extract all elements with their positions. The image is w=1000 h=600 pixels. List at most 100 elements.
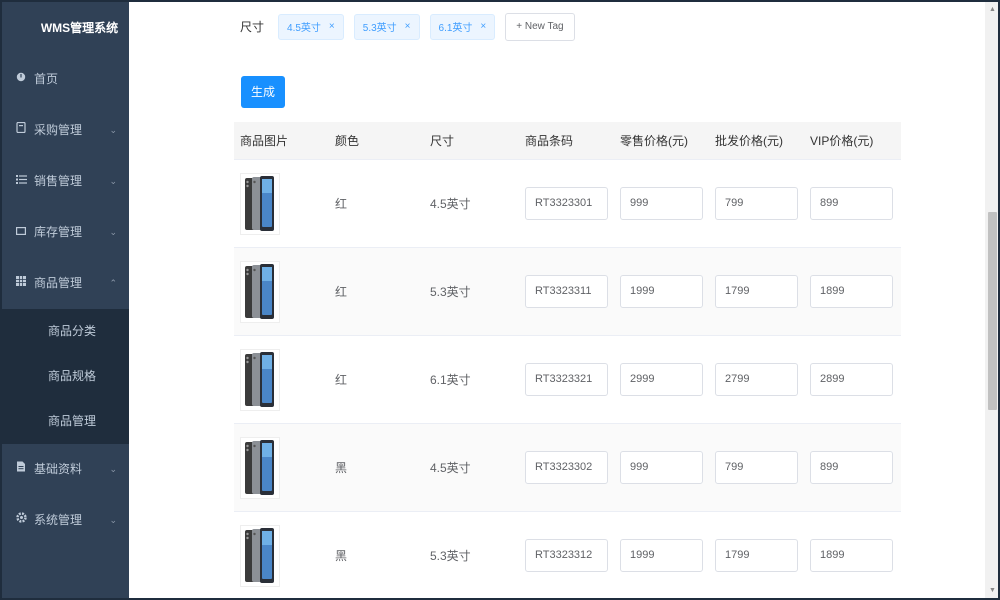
table-row: 红 6.1英寸 RT3323321 2999 2799 2899 [234,336,901,424]
sidebar-item-purchase[interactable]: 采购管理 ⌄ [2,105,129,156]
size-cell: 6.1英寸 [430,373,471,387]
size-tag: 4.5英寸 × [278,13,344,40]
wholesale-price-cell: 799 [709,187,804,220]
sidebar-item-label: 商品管理 [34,276,83,290]
submenu-item-product-management[interactable]: 商品管理 [2,399,129,444]
retail-price-input[interactable]: 2999 [620,363,703,396]
barcode-cell: RT3323301 [519,187,614,220]
sidebar-item-label: 首页 [34,72,59,86]
close-icon[interactable]: × [405,21,411,32]
sidebar-item-products[interactable]: 商品管理 ⌃ [2,258,129,309]
barcode-cell: RT3323321 [519,363,614,396]
barcode-input[interactable]: RT3323302 [525,451,608,484]
sidebar-item-label: 销售管理 [34,174,83,188]
color-cell: 红 [335,285,348,299]
sidebar-item-system[interactable]: 系统管理 ⌄ [2,495,129,546]
wholesale-price-input[interactable]: 799 [715,187,798,220]
image-cell [234,260,329,323]
barcode-input[interactable]: RT3323312 [525,539,608,572]
vip-price-cell: 2899 [804,363,901,396]
barcode-input[interactable]: RT3323311 [525,275,608,308]
chevron-down-icon: ⌄ [109,125,117,135]
phone-image [245,175,274,231]
size-cell: 4.5英寸 [430,461,471,475]
vip-price-input[interactable]: 1899 [810,275,893,308]
image-cell [234,348,329,411]
table-row: 黑 4.5英寸 RT3323302 999 799 899 [234,424,901,512]
submenu-products: 商品分类 商品规格 商品管理 [2,309,129,444]
size-tag: 6.1英寸 × [429,13,496,40]
wholesale-price-input[interactable]: 799 [715,451,798,484]
sidebar-item-label: 库存管理 [34,225,83,239]
retail-price-input[interactable]: 1999 [620,275,703,308]
table-row: 黑 5.3英寸 RT3323312 1999 1799 1899 [234,512,901,598]
phone-image [245,439,274,495]
sidebar-item-label: 采购管理 [34,123,83,137]
chevron-down-icon: ⌄ [109,515,117,525]
size-label: 尺寸 [240,20,265,34]
column-header-size: 尺寸 [430,134,455,148]
color-cell: 红 [335,197,348,211]
sidebar-item-basic-data[interactable]: 基础资料 ⌄ [2,444,129,495]
vip-price-input[interactable]: 2899 [810,363,893,396]
grid-icon [14,258,28,309]
scrollbar-thumb[interactable] [988,212,997,410]
retail-price-input[interactable]: 999 [620,451,703,484]
wholesale-price-input[interactable]: 1799 [715,275,798,308]
submenu-item-spec[interactable]: 商品规格 [2,354,129,399]
scroll-up-icon[interactable]: ▲ [989,6,996,13]
retail-price-cell: 1999 [614,275,709,308]
retail-price-input[interactable]: 999 [620,187,703,220]
app-window: WMS管理系统 首页 采购管理 ⌄ 销售管理 ⌄ 库存管理 ⌄ 商品管理 ⌃ 商… [0,0,1000,600]
sidebar-item-inventory[interactable]: 库存管理 ⌄ [2,207,129,258]
color-cell: 黑 [335,549,348,563]
chevron-down-icon: ⌄ [109,176,117,186]
sidebar-item-label: 系统管理 [34,513,83,527]
vip-price-cell: 899 [804,451,901,484]
wholesale-price-input[interactable]: 1799 [715,539,798,572]
tag-label: 5.3英寸 [362,23,397,34]
generate-button[interactable]: 生成 [241,76,285,108]
wholesale-price-cell: 2799 [709,363,804,396]
vip-price-input[interactable]: 899 [810,451,893,484]
vip-price-cell: 899 [804,187,901,220]
size-tag-row: 尺寸 4.5英寸 × 5.3英寸 × 6.1英寸 × + New Tag [240,12,575,41]
sku-table: 商品图片 颜色 尺寸 商品条码 零售价格(元) 批发价格(元) VIP价格(元) [234,122,901,598]
scroll-down-icon[interactable]: ▼ [989,587,996,594]
close-icon[interactable]: × [329,21,335,32]
column-header-color: 颜色 [335,134,360,148]
vip-price-cell: 1899 [804,539,901,572]
wholesale-price-input[interactable]: 2799 [715,363,798,396]
vip-price-input[interactable]: 899 [810,187,893,220]
submenu-item-category[interactable]: 商品分类 [2,309,129,354]
close-icon[interactable]: × [480,21,486,32]
product-image[interactable] [240,260,280,323]
vip-price-input[interactable]: 1899 [810,539,893,572]
tag-label: 6.1英寸 [438,23,473,34]
vertical-scrollbar[interactable]: ▲ ▼ [985,2,998,598]
retail-price-input[interactable]: 1999 [620,539,703,572]
chevron-down-icon: ⌄ [109,464,117,474]
table-row: 红 4.5英寸 RT3323301 999 799 899 [234,160,901,248]
new-tag-button[interactable]: + New Tag [505,12,575,41]
main-content: 尺寸 4.5英寸 × 5.3英寸 × 6.1英寸 × + New Tag 生成 … [129,2,985,598]
sidebar-item-home[interactable]: 首页 [2,54,129,105]
wholesale-price-cell: 1799 [709,275,804,308]
size-cell: 5.3英寸 [430,549,471,563]
sidebar-item-sales[interactable]: 销售管理 ⌄ [2,156,129,207]
product-image[interactable] [240,436,280,499]
retail-price-cell: 2999 [614,363,709,396]
tag-label: 4.5英寸 [287,23,321,34]
inventory-icon [14,207,28,258]
app-title: WMS管理系统 [40,21,119,35]
barcode-input[interactable]: RT3323301 [525,187,608,220]
wholesale-price-cell: 1799 [709,539,804,572]
gear-icon [14,495,28,546]
column-header-vip-price: VIP价格(元) [810,134,874,148]
column-header-image: 商品图片 [240,134,289,148]
product-image[interactable] [240,524,280,587]
product-image[interactable] [240,348,280,411]
sidebar-item-label: 基础资料 [34,462,83,476]
product-image[interactable] [240,172,280,235]
barcode-input[interactable]: RT3323321 [525,363,608,396]
